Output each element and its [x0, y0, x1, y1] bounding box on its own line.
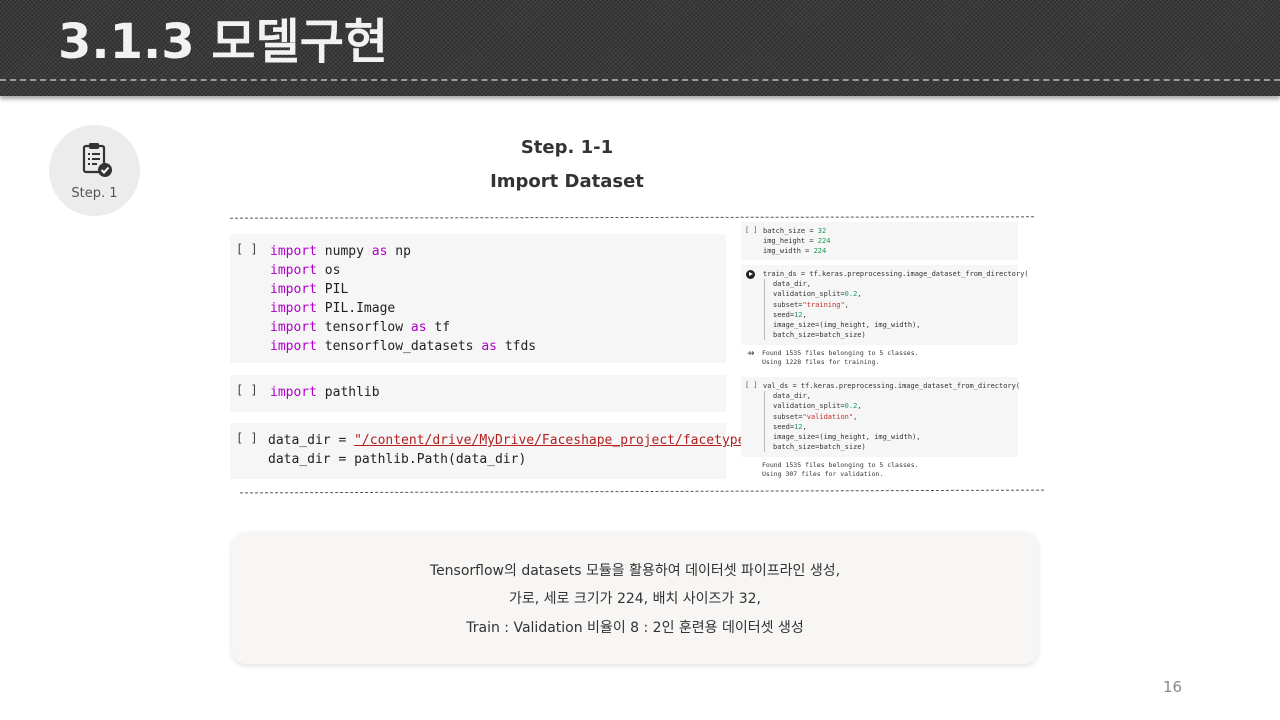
code-line: data_dir = pathlib.Path(data_dir) [268, 452, 527, 467]
run-cell-icon[interactable] [746, 270, 755, 279]
slide-header: 3.1.3 모델구현 [0, 0, 1280, 96]
cell-run-bracket[interactable]: [ ] [745, 381, 758, 389]
code-line: data_dir, [764, 391, 1020, 402]
path-string: "/content/drive/MyDrive/Faceshape_projec… [354, 433, 754, 448]
summary-line: 가로, 세로 크기가 224, 배치 사이즈가 32, [508, 591, 762, 607]
code-cell-pathlib[interactable]: [ ] import pathlib [230, 375, 726, 412]
cell-run-bracket[interactable]: [ ] [236, 431, 258, 445]
code-line: subset="validation", [764, 411, 1020, 422]
code-line: import tensorflow as tf [270, 320, 451, 335]
slide-title: 3.1.3 모델구현 [58, 14, 389, 70]
code-line: img_height = 224 [763, 237, 831, 246]
clipboard-check-icon [82, 143, 112, 177]
code-line: seed=12, [764, 421, 1020, 432]
code-lines: data_dir = "/content/drive/MyDrive/Faces… [268, 431, 753, 469]
summary-box: Tensorflow의 datasets 모듈을 활용하여 데이터셋 파이프라인… [232, 532, 1038, 664]
code-line: batch_size=batch_size) [764, 330, 1029, 341]
cell-run-bracket[interactable]: [ ] [236, 242, 258, 256]
code-line: train_ds = tf.keras.preprocessing.image_… [763, 270, 1029, 278]
code-lines: train_ds = tf.keras.preprocessing.image_… [763, 269, 1029, 341]
code-line: import PIL.Image [270, 301, 396, 316]
step-number: Step. 1-1 [520, 137, 614, 158]
code-line: import tensorflow_datasets as tfds [270, 339, 537, 354]
cell-run-bracket[interactable]: [ ] [236, 383, 258, 397]
code-line: batch_size=batch_size) [764, 442, 1020, 453]
bottom-dashed-divider [240, 489, 1044, 494]
output-line: Found 1535 files belonging to 5 classes. [762, 461, 919, 469]
summary-line: Tensorflow의 datasets 모듈을 활용하여 데이터셋 파이프라인… [429, 563, 841, 579]
output-line: Using 307 files for validation. [762, 470, 884, 478]
top-dashed-divider [229, 216, 1035, 219]
code-cell-data-dir[interactable]: [ ] data_dir = "/content/drive/MyDrive/F… [230, 423, 753, 479]
code-line: data_dir = "/content/drive/MyDrive/Faces… [268, 433, 754, 448]
header-stitch [0, 79, 1280, 81]
code-line: import numpy as np [270, 244, 411, 259]
mini-cell-val-ds[interactable]: [ ] val_ds = tf.keras.preprocessing.imag… [741, 377, 1021, 457]
code-line: seed=12, [764, 309, 1029, 320]
step-badge-label: Step. 1 [71, 186, 118, 201]
cell-output-val: Found 1535 files belonging to 5 classes.… [762, 461, 919, 479]
summary-line: Train : Validation 비율이 8 : 2인 훈련용 데이터셋 생… [466, 620, 804, 636]
mini-cell-train-ds[interactable]: train_ds = tf.keras.preprocessing.image_… [741, 265, 1029, 345]
code-line: subset="training", [764, 299, 1029, 310]
code-lines: import numpy as np import os import PIL … [270, 242, 536, 356]
output-line: Using 1228 files for training. [762, 358, 880, 366]
code-lines: val_ds = tf.keras.preprocessing.image_da… [763, 381, 1021, 453]
step-badge: Step. 1 [49, 125, 140, 216]
output-line: Found 1535 files belonging to 5 classes. [762, 349, 919, 357]
code-line: image_size=(img_height, img_width), [764, 431, 1020, 443]
page-number: 16 [1163, 678, 1183, 696]
code-line: import os [270, 263, 341, 278]
mini-cell-params[interactable]: [ ] batch_size = 32 img_height = 224 img… [741, 222, 1018, 260]
code-line: img_width = 224 [763, 247, 827, 256]
code-lines: batch_size = 32 img_height = 224 img_wid… [763, 226, 830, 257]
code-cell-imports[interactable]: [ ] import numpy as np import os import … [230, 234, 726, 363]
step-subtitle: Import Dataset [490, 171, 644, 192]
code-line: import PIL [270, 282, 349, 297]
code-line: image_size=(img_height, img_width), [764, 319, 1029, 331]
code-line: val_ds = tf.keras.preprocessing.image_da… [763, 382, 1021, 390]
code-line: data_dir, [764, 279, 1029, 290]
code-line: batch_size = 32 [763, 227, 827, 235]
code-lines: import pathlib [270, 383, 380, 402]
code-line: import pathlib [270, 385, 380, 400]
cell-run-bracket[interactable]: [ ] [745, 226, 758, 234]
code-line: validation_split=0.2, [764, 289, 1029, 300]
output-icon: ⇸ [747, 349, 755, 359]
cell-output-train: Found 1535 files belonging to 5 classes.… [762, 349, 919, 367]
code-line: validation_split=0.2, [764, 401, 1020, 412]
